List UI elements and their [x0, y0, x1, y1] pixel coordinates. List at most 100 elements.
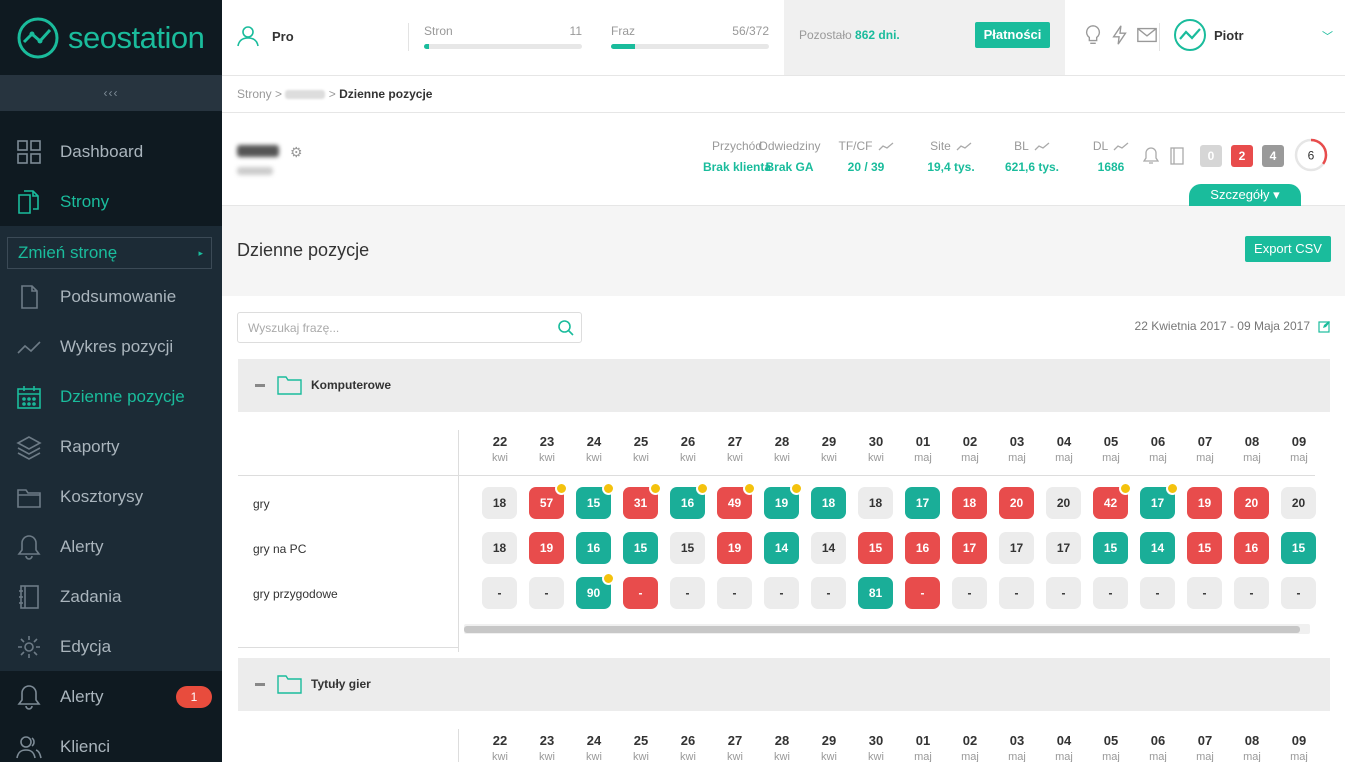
- phrase-group[interactable]: Tytuły gier: [238, 658, 1330, 711]
- search-input[interactable]: [238, 313, 538, 342]
- position-cell[interactable]: 18: [858, 487, 893, 519]
- edit-icon[interactable]: [1318, 320, 1331, 333]
- position-cell[interactable]: 17: [999, 532, 1034, 564]
- stat-value[interactable]: 19,4 tys.: [915, 160, 987, 174]
- note-dot-icon[interactable]: [696, 482, 709, 495]
- chevron-down-icon[interactable]: ﹀: [1322, 28, 1333, 44]
- change-site-button[interactable]: Zmień stronę ▸: [7, 237, 212, 269]
- position-cell[interactable]: 90: [576, 572, 615, 609]
- position-cell[interactable]: -: [764, 577, 799, 609]
- position-cell[interactable]: 20: [999, 487, 1034, 519]
- position-cell[interactable]: 20: [1234, 487, 1269, 519]
- position-cell[interactable]: 42: [1093, 482, 1132, 519]
- position-cell[interactable]: 17: [1140, 482, 1179, 519]
- notebook-icon[interactable]: [1170, 147, 1184, 165]
- sidebar-item-bottom-alerty[interactable]: Alerty 1: [0, 672, 222, 722]
- position-cell[interactable]: 14: [1140, 532, 1175, 564]
- position-cell[interactable]: 20: [1281, 487, 1316, 519]
- sidebar-item-dashboard[interactable]: Dashboard: [0, 127, 222, 177]
- horizontal-scrollbar[interactable]: [464, 624, 1310, 634]
- stat-value[interactable]: 1686: [1087, 160, 1135, 174]
- position-cell[interactable]: 19: [1187, 487, 1222, 519]
- position-cell[interactable]: -: [905, 577, 940, 609]
- sidebar-item-edycja[interactable]: Edycja: [0, 622, 222, 672]
- position-cell[interactable]: 15: [858, 532, 893, 564]
- sidebar-item-raporty[interactable]: Raporty: [0, 422, 222, 472]
- position-cell[interactable]: 19: [764, 482, 803, 519]
- date-range[interactable]: 22 Kwietnia 2017 - 09 Maja 2017: [1135, 319, 1331, 333]
- position-cell[interactable]: 20: [1046, 487, 1081, 519]
- position-cell[interactable]: 17: [952, 532, 987, 564]
- position-cell[interactable]: 16: [905, 532, 940, 564]
- note-dot-icon[interactable]: [790, 482, 803, 495]
- position-cell[interactable]: -: [529, 577, 564, 609]
- position-cell[interactable]: 15: [670, 532, 705, 564]
- position-cell[interactable]: -: [623, 577, 658, 609]
- note-dot-icon[interactable]: [743, 482, 756, 495]
- position-cell[interactable]: 18: [952, 487, 987, 519]
- lightning-icon[interactable]: [1109, 24, 1131, 46]
- position-cell[interactable]: 19: [529, 532, 564, 564]
- position-cell[interactable]: 14: [764, 532, 799, 564]
- phrase-label[interactable]: gry na PC: [253, 542, 306, 556]
- sidebar-item-wykres-pozycji[interactable]: Wykres pozycji: [0, 322, 222, 372]
- position-cell[interactable]: -: [999, 577, 1034, 609]
- note-dot-icon[interactable]: [1166, 482, 1179, 495]
- phrase-group[interactable]: Komputerowe: [238, 359, 1330, 412]
- trend-icon[interactable]: [956, 142, 972, 151]
- position-cell[interactable]: 15: [1187, 532, 1222, 564]
- sidebar-item-dzienne-pozycje[interactable]: Dzienne pozycje: [0, 372, 222, 422]
- counter-badge[interactable]: 2: [1231, 145, 1253, 167]
- breadcrumb-root-link[interactable]: Strony: [237, 87, 272, 101]
- trend-icon[interactable]: [878, 142, 894, 151]
- logo[interactable]: seostation: [0, 0, 222, 75]
- position-cell[interactable]: 15: [623, 532, 658, 564]
- position-cell[interactable]: -: [1187, 577, 1222, 609]
- sidebar-item-bottom-klienci[interactable]: Klienci: [0, 722, 222, 762]
- search-icon[interactable]: [557, 319, 575, 337]
- position-cell[interactable]: -: [1093, 577, 1128, 609]
- sidebar-item-alerty[interactable]: Alerty: [0, 522, 222, 572]
- counter-badge[interactable]: 0: [1200, 145, 1222, 167]
- position-cell[interactable]: 16: [576, 532, 611, 564]
- collapse-sidebar-button[interactable]: ‹‹‹: [0, 75, 222, 111]
- position-cell[interactable]: 17: [905, 487, 940, 519]
- position-cell[interactable]: -: [670, 577, 705, 609]
- stat-value[interactable]: 621,6 tys.: [992, 160, 1072, 174]
- position-cell[interactable]: -: [1140, 577, 1175, 609]
- lightbulb-icon[interactable]: [1082, 24, 1104, 46]
- note-dot-icon[interactable]: [602, 572, 615, 585]
- note-dot-icon[interactable]: [1119, 482, 1132, 495]
- position-cell[interactable]: -: [1281, 577, 1316, 609]
- phrase-label[interactable]: gry: [253, 497, 270, 511]
- sidebar-item-strony[interactable]: Strony: [0, 177, 222, 227]
- position-cell[interactable]: 81: [858, 577, 893, 609]
- position-cell[interactable]: -: [482, 577, 517, 609]
- stat-value[interactable]: 20 / 39: [830, 160, 902, 174]
- position-cell[interactable]: 49: [717, 482, 756, 519]
- position-cell[interactable]: 18: [482, 532, 517, 564]
- note-dot-icon[interactable]: [649, 482, 662, 495]
- position-cell[interactable]: -: [1234, 577, 1269, 609]
- payments-button[interactable]: Płatności: [975, 22, 1050, 48]
- collapse-icon[interactable]: [255, 683, 265, 686]
- position-cell[interactable]: 31: [623, 482, 662, 519]
- position-cell[interactable]: -: [717, 577, 752, 609]
- note-dot-icon[interactable]: [555, 482, 568, 495]
- position-cell[interactable]: -: [811, 577, 846, 609]
- stat-value[interactable]: Brak GA: [747, 160, 832, 174]
- position-cell[interactable]: -: [1046, 577, 1081, 609]
- user-menu[interactable]: Piotr: [1174, 19, 1244, 51]
- position-cell[interactable]: 15: [1281, 532, 1316, 564]
- position-cell[interactable]: 57: [529, 482, 568, 519]
- details-button[interactable]: Szczegóły ▾: [1189, 184, 1301, 208]
- position-cell[interactable]: 19: [717, 532, 752, 564]
- gear-icon[interactable]: ⚙: [290, 144, 303, 161]
- bell-icon[interactable]: [1143, 147, 1159, 165]
- position-cell[interactable]: 15: [1093, 532, 1128, 564]
- note-dot-icon[interactable]: [602, 482, 615, 495]
- sidebar-item-zadania[interactable]: Zadania: [0, 572, 222, 622]
- score-ring[interactable]: 6: [1294, 138, 1328, 172]
- sidebar-item-kosztorysy[interactable]: Kosztorysy: [0, 472, 222, 522]
- sidebar-item-podsumowanie[interactable]: Podsumowanie: [0, 272, 222, 322]
